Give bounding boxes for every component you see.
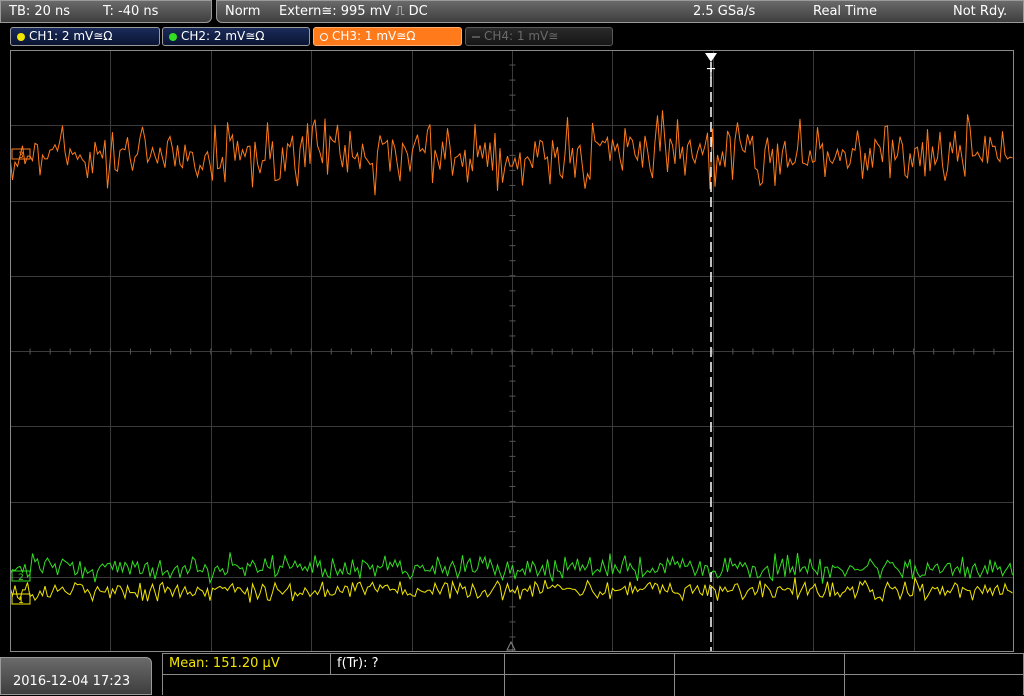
measurement-panel[interactable]: Mean: 151.20 µV f(Tr): ? [162, 653, 1024, 696]
measurement-cell-4[interactable] [675, 654, 845, 674]
tab-ch4[interactable]: CH4: 1 mV≅ [465, 27, 613, 46]
ch1-indicator-icon [17, 32, 25, 41]
ch4-indicator-icon [472, 35, 480, 38]
ch3-offset-marker[interactable]: 3 [11, 148, 31, 161]
trigger-mode: Norm [225, 4, 261, 19]
tab-ch3[interactable]: CH3: 1 mV≅Ω [313, 27, 462, 46]
measurement-cell-9[interactable] [845, 674, 1024, 696]
top-status-bar: TB: 20 ns T: -40 ns Norm Extern≅: 995 mV… [0, 0, 1024, 25]
ch1-waveform [10, 576, 1013, 603]
measurement-cell-7[interactable] [505, 674, 675, 696]
tab-ch1[interactable]: CH1: 2 mV≅Ω [10, 27, 160, 46]
measurement-mean-cell[interactable]: Mean: 151.20 µV [163, 654, 331, 674]
ch2-marker-label: 2 [18, 573, 24, 583]
timebase-readout: TB: 20 ns [9, 4, 71, 19]
sample-rate: 2.5 GSa/s [693, 4, 756, 19]
mean-value: Mean: 151.20 µV [169, 656, 280, 671]
timebase-panel[interactable]: TB: 20 ns T: -40 ns [0, 0, 212, 23]
ch1-marker-label: 1 [18, 596, 24, 606]
measurement-cell-3[interactable] [505, 654, 675, 674]
ch3-indicator-icon [320, 32, 328, 41]
ch3-marker-label: 3 [18, 151, 24, 161]
trigger-marker-label: T [706, 67, 715, 82]
acquisition-mode: Real Time [813, 4, 877, 19]
trigger-source: Extern≅: 995 mV ⎍ DC [279, 4, 428, 19]
datetime-panel: 2016-12-04 17:23 [0, 657, 152, 695]
measurement-cell-5[interactable] [845, 654, 1024, 674]
trigger-arrow-icon[interactable] [705, 53, 717, 62]
waveform-display[interactable]: T 3 2 1 [10, 50, 1014, 652]
ch2-label: CH2: 2 mV≅Ω [181, 29, 265, 43]
ch1-offset-marker[interactable]: 1 [11, 593, 31, 606]
ch2-indicator-icon [169, 32, 177, 41]
ftr-value: f(Tr): ? [337, 656, 379, 671]
horizontal-position-icon[interactable] [506, 640, 516, 651]
measurement-ftr-cell[interactable]: f(Tr): ? [331, 654, 505, 674]
ch3-label: CH3: 1 mV≅Ω [332, 29, 416, 43]
measurement-cell-8[interactable] [675, 674, 845, 696]
trigger-status: Not Rdy. [953, 4, 1008, 19]
ch4-label: CH4: 1 mV≅ [484, 29, 559, 43]
ch3-waveform [10, 110, 1013, 196]
tab-ch2[interactable]: CH2: 2 mV≅Ω [162, 27, 310, 46]
trigger-position-readout: T: -40 ns [103, 4, 159, 19]
datetime: 2016-12-04 17:23 [13, 674, 131, 689]
trigger-panel[interactable]: Norm Extern≅: 995 mV ⎍ DC 2.5 GSa/s Real… [216, 0, 1024, 23]
measurement-cell-6[interactable] [163, 674, 505, 696]
ch1-label: CH1: 2 mV≅Ω [29, 29, 113, 43]
channel-tabs: CH1: 2 mV≅Ω CH2: 2 mV≅Ω CH3: 1 mV≅Ω CH4:… [0, 25, 1024, 48]
ch2-waveform [10, 552, 1013, 585]
